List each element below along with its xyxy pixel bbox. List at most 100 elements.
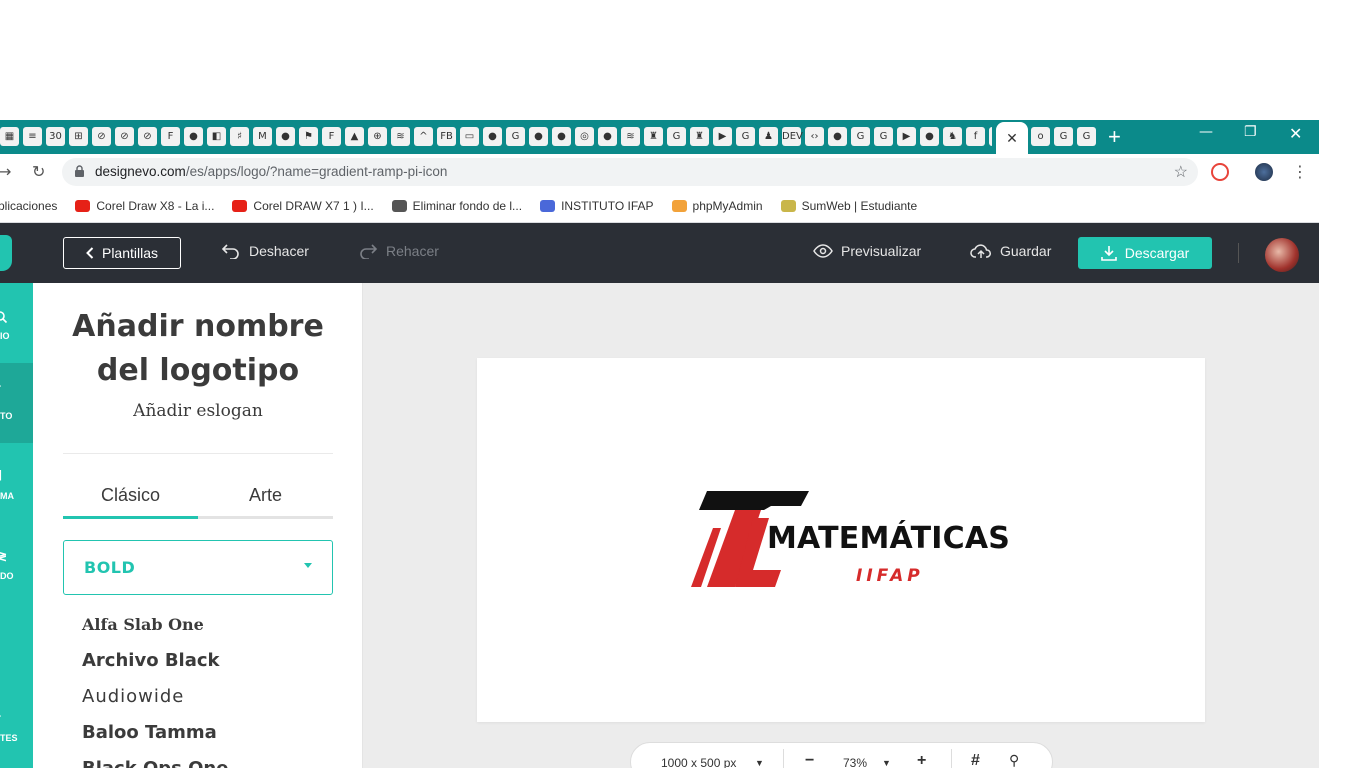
- preview-button[interactable]: Previsualizar: [813, 243, 921, 259]
- grid-icon[interactable]: #: [971, 752, 980, 768]
- bookmark-item[interactable]: Corel DRAW X7 1 ) I...: [232, 199, 374, 213]
- tab-favicon[interactable]: ●: [920, 127, 939, 146]
- canvas-size-select[interactable]: 1000 x 500 px: [661, 756, 736, 768]
- tab-favicon[interactable]: ●: [483, 127, 502, 146]
- align-icon[interactable]: ⚲: [1009, 752, 1019, 768]
- rail-item-background[interactable]: ≷ DO: [0, 523, 33, 603]
- tab-favicon[interactable]: ●: [552, 127, 571, 146]
- zoom-out-button[interactable]: −: [805, 752, 814, 768]
- font-item[interactable]: Black Ops One: [82, 755, 332, 768]
- tab-favicon[interactable]: G: [1077, 127, 1096, 146]
- bookmark-item[interactable]: INSTITUTO IFAP: [540, 199, 654, 213]
- tab-favicon[interactable]: ●: [529, 127, 548, 146]
- tab-favicon[interactable]: G: [1054, 127, 1073, 146]
- tab-favicon[interactable]: G: [506, 127, 525, 146]
- tab-favicon[interactable]: ♟: [759, 127, 778, 146]
- tab-favicon[interactable]: ▶: [897, 127, 916, 146]
- font-category-select[interactable]: BOLD: [63, 540, 333, 595]
- tab-favicon[interactable]: G: [667, 127, 686, 146]
- zoom-in-button[interactable]: +: [917, 752, 926, 768]
- tab-favicon[interactable]: F: [161, 127, 180, 146]
- redo-button[interactable]: Rehacer: [358, 243, 439, 259]
- download-button[interactable]: Descargar: [1078, 237, 1212, 269]
- tab-art[interactable]: Arte: [198, 483, 333, 519]
- font-item[interactable]: Baloo Tamma: [82, 719, 332, 755]
- bookmark-item[interactable]: Eliminar fondo de l...: [391, 199, 522, 213]
- chevron-down-icon[interactable]: ▼: [755, 758, 764, 768]
- bookmark-item[interactable]: plicaciones: [0, 199, 57, 213]
- chevron-down-icon[interactable]: ▼: [882, 758, 891, 768]
- tab-favicon[interactable]: ≋: [621, 127, 640, 146]
- rail-item-text[interactable]: · TO: [0, 363, 33, 443]
- tab-favicon[interactable]: ⊕: [368, 127, 387, 146]
- tab-favicon[interactable]: ≋: [391, 127, 410, 146]
- tab-favicon[interactable]: G: [874, 127, 893, 146]
- restore-icon[interactable]: ❐: [1244, 124, 1257, 140]
- tab-favicon[interactable]: G: [989, 127, 992, 146]
- active-tab-close-icon[interactable]: ✕: [996, 122, 1028, 154]
- tab-favicon[interactable]: ‹›: [805, 127, 824, 146]
- tab-favicon[interactable]: ⊘: [115, 127, 134, 146]
- tab-favicon[interactable]: ⊞: [69, 127, 88, 146]
- tab-classic[interactable]: Clásico: [63, 483, 198, 519]
- tab-favicon[interactable]: ▦: [0, 127, 19, 146]
- new-tab-button[interactable]: +: [1108, 123, 1121, 151]
- font-item[interactable]: Audiowide: [82, 683, 332, 719]
- undo-button[interactable]: Deshacer: [221, 243, 309, 259]
- rail-item-shape[interactable]: ] MA: [0, 443, 33, 523]
- save-button[interactable]: Guardar: [970, 243, 1051, 259]
- browser-menu-icon[interactable]: ⋮: [1292, 162, 1308, 181]
- slogan-input[interactable]: Añadir eslogan: [63, 401, 333, 421]
- font-item[interactable]: Alfa Slab One: [82, 611, 332, 647]
- url-input[interactable]: designevo.com/es/apps/logo/?name=gradien…: [62, 158, 1198, 186]
- forward-icon[interactable]: →: [0, 162, 11, 181]
- tab-favicon[interactable]: G: [851, 127, 870, 146]
- tab-favicon[interactable]: ♯: [230, 127, 249, 146]
- bookmark-item[interactable]: Corel Draw X8 - La i...: [75, 199, 214, 213]
- tab-favicon[interactable]: ▶: [713, 127, 732, 146]
- tab-favicon[interactable]: f: [966, 127, 985, 146]
- zoom-select[interactable]: 73%: [843, 756, 867, 768]
- user-avatar[interactable]: [1265, 238, 1299, 272]
- close-window-icon[interactable]: ✕: [1289, 124, 1302, 143]
- rail-item-search[interactable]: IO: [0, 283, 33, 363]
- bookmark-item[interactable]: phpMyAdmin: [671, 199, 763, 213]
- logo-name-input[interactable]: Añadir nombre del logotipo: [63, 305, 333, 393]
- tab-favicon[interactable]: ⊘: [92, 127, 111, 146]
- extension-icon[interactable]: [1211, 163, 1229, 181]
- font-item[interactable]: Archivo Black: [82, 647, 332, 683]
- tab-favicon[interactable]: ^: [414, 127, 433, 146]
- tab-favicon[interactable]: ▭: [460, 127, 479, 146]
- designevo-logo[interactable]: [0, 235, 12, 271]
- tab-favicon[interactable]: FB: [437, 127, 456, 146]
- profile-avatar[interactable]: [1255, 163, 1273, 181]
- tab-favicon[interactable]: ⊘: [138, 127, 157, 146]
- templates-button[interactable]: Plantillas: [63, 237, 181, 269]
- tab-favicon[interactable]: 30: [46, 127, 65, 146]
- tab-favicon[interactable]: ▲: [345, 127, 364, 146]
- tab-favicon[interactable]: M: [253, 127, 272, 146]
- reload-icon[interactable]: ↻: [32, 162, 45, 181]
- logo-slogan-text[interactable]: IIFAP: [856, 566, 924, 586]
- tab-favicon[interactable]: DEV: [782, 127, 803, 146]
- rail-item-templates[interactable]: · TES: [0, 703, 33, 768]
- artboard[interactable]: MATEMÁTICAS IIFAP: [477, 358, 1205, 722]
- tab-favicon[interactable]: o: [1031, 127, 1050, 146]
- tab-favicon[interactable]: ≡: [23, 127, 42, 146]
- tab-favicon[interactable]: ●: [184, 127, 203, 146]
- tab-favicon[interactable]: G: [736, 127, 755, 146]
- tab-favicon[interactable]: ●: [276, 127, 295, 146]
- tab-favicon[interactable]: ♜: [644, 127, 663, 146]
- tab-favicon[interactable]: ♜: [690, 127, 709, 146]
- tab-favicon[interactable]: ◧: [207, 127, 226, 146]
- tab-favicon[interactable]: ⚑: [299, 127, 318, 146]
- minimize-icon[interactable]: —: [1199, 124, 1213, 140]
- tab-favicon[interactable]: ◎: [575, 127, 594, 146]
- tab-favicon[interactable]: ♞: [943, 127, 962, 146]
- tab-favicon[interactable]: ●: [828, 127, 847, 146]
- tab-favicon[interactable]: F: [322, 127, 341, 146]
- logo-title-text[interactable]: MATEMÁTICAS: [767, 521, 1010, 556]
- bookmark-star-icon[interactable]: ☆: [1174, 162, 1188, 182]
- tab-favicon[interactable]: ●: [598, 127, 617, 146]
- bookmark-item[interactable]: SumWeb | Estudiante: [780, 199, 917, 213]
